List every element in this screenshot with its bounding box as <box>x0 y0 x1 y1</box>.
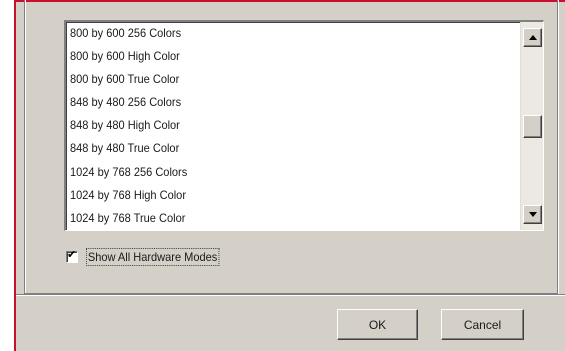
scroll-down-arrow-icon <box>529 212 537 217</box>
list-item[interactable]: 848 by 480 256 Colors <box>70 91 481 114</box>
list-item[interactable]: 848 by 480 True Color <box>70 137 481 160</box>
scroll-up-arrow-icon <box>529 35 537 40</box>
list-item[interactable]: 1024 by 768 High Color <box>70 184 481 207</box>
scrollbar-thumb[interactable] <box>523 114 542 138</box>
vertical-scrollbar[interactable] <box>520 22 543 230</box>
display-modes-list: 800 by 600 256 Colors 800 by 600 High Co… <box>70 22 517 230</box>
show-all-modes-checkbox[interactable]: ✔ <box>66 248 78 263</box>
checkmark-icon: ✔ <box>67 248 77 261</box>
list-item[interactable]: 800 by 600 High Color <box>70 45 481 68</box>
list-item[interactable]: 848 by 480 High Color <box>70 114 481 137</box>
show-all-modes-row[interactable]: ✔ Show All Hardware Modes <box>66 246 231 268</box>
scroll-up-button[interactable] <box>523 28 542 47</box>
scroll-down-button[interactable] <box>523 205 542 224</box>
display-modes-listbox[interactable]: 800 by 600 256 Colors 800 by 600 High Co… <box>64 20 544 231</box>
list-item[interactable]: 1024 by 768 True Color <box>70 207 481 230</box>
list-item[interactable]: 1024 by 768 256 Colors <box>70 161 481 184</box>
list-item[interactable]: 800 by 600 256 Colors <box>70 22 481 45</box>
ok-button[interactable]: OK <box>337 309 418 340</box>
show-all-modes-label[interactable]: Show All Hardware Modes <box>86 248 220 266</box>
list-item[interactable]: 800 by 600 True Color <box>70 68 481 91</box>
dialog-window: 800 by 600 256 Colors 800 by 600 High Co… <box>14 0 565 351</box>
group-divider <box>16 294 565 296</box>
cancel-button[interactable]: Cancel <box>441 309 524 340</box>
